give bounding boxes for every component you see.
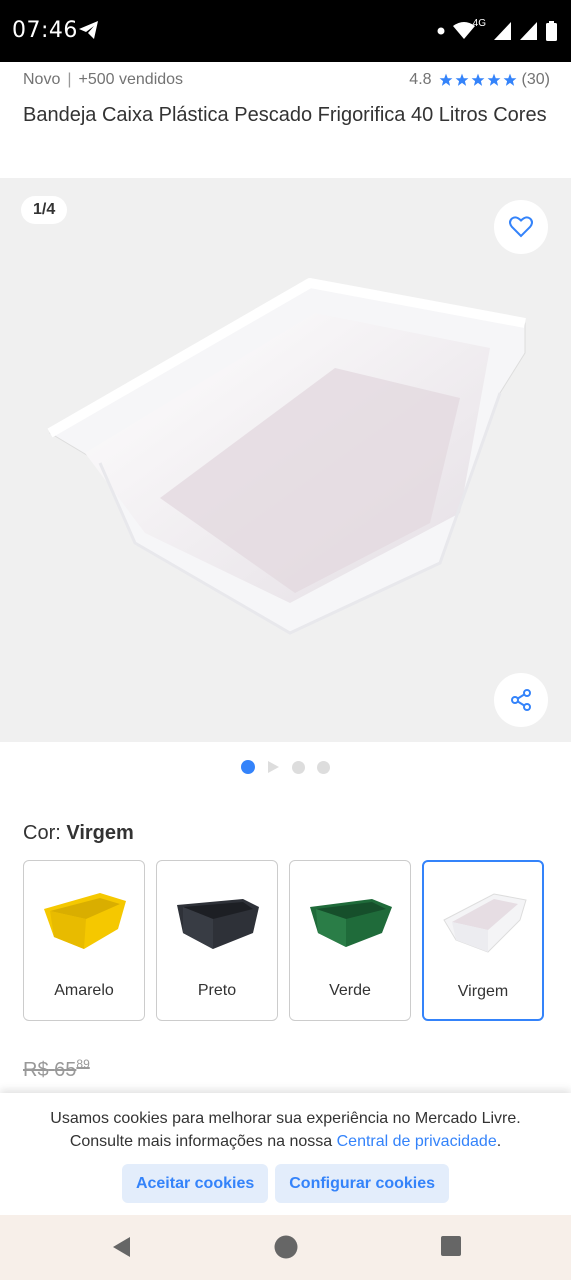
rating-value: 4.8 [409,71,432,88]
product-title: Bandeja Caixa Plástica Pescado Frigorifi… [23,104,547,126]
color-label: Cor: Virgem [23,822,134,845]
color-label-text: Cor: [23,822,61,844]
status-time: 07:46 [12,18,78,43]
telegram-icon [79,21,98,39]
pagination-dot[interactable] [292,760,305,774]
pagination-dot-active[interactable] [241,760,255,774]
variant-label: Verde [329,982,371,999]
cookie-line-1: Usamos cookies para melhorar sua experiê… [50,1110,521,1127]
network-type: 4G [472,17,486,29]
pagination-dot[interactable] [317,760,330,774]
status-bar: 07:46 4G [0,0,571,62]
home-icon[interactable] [274,1235,298,1259]
rating-summary[interactable]: 4.8 (30) [409,71,550,89]
battery-icon [546,21,557,41]
price-cents: 89 [76,1057,90,1071]
price-integer: 65 [54,1059,77,1081]
wifi-icon [452,22,475,39]
variant-virgem[interactable]: Virgem [422,860,544,1021]
review-count: (30) [521,71,550,88]
price-currency: R$ [23,1059,49,1081]
variant-thumbnail [177,899,259,949]
back-icon[interactable] [110,1235,134,1259]
variant-thumbnail [443,893,527,953]
variant-thumbnail [44,893,126,949]
notification-dot-icon [437,27,445,35]
sold-count: +500 vendidos [78,71,184,88]
cookie-line-2-text: Consulte mais informações na nossa [69,1133,333,1150]
share-icon [511,689,531,711]
signal-icon [494,22,511,40]
star-icon [471,73,484,86]
variant-amarelo[interactable]: Amarelo [23,860,145,1021]
image-counter: 1/4 [21,196,68,224]
rating-stars [439,73,517,87]
star-icon [487,73,500,86]
variant-label: Virgem [457,983,509,1000]
cookie-message: Usamos cookies para melhorar sua experiê… [0,1107,571,1153]
android-nav-bar [0,1215,571,1280]
star-icon [439,73,452,86]
cookie-banner: Usamos cookies para melhorar sua experiê… [0,1093,571,1215]
video-play-icon[interactable] [267,760,280,774]
heart-icon [509,216,533,238]
selected-color: Virgem [66,822,134,844]
star-icon [455,73,468,86]
privacy-center-link[interactable]: Central de privacidade [337,1133,497,1150]
color-variants: Amarelo Preto Verde Virgem [23,860,544,1021]
variant-label: Amarelo [54,982,114,999]
favorite-button[interactable] [494,200,548,254]
cookie-actions: Aceitar cookies Configurar cookies [0,1164,571,1203]
cookie-line-2: Consulte mais informações na nossa Centr… [0,1130,571,1153]
separator: | [67,71,72,88]
signal-icon-2 [520,22,537,40]
accept-cookies-button[interactable]: Aceitar cookies [121,1164,269,1203]
variant-preto[interactable]: Preto [156,860,278,1021]
product-condition-sold: Novo | +500 vendidos [23,71,183,89]
condition: Novo [23,71,61,88]
recents-icon[interactable] [440,1235,462,1257]
product-meta-row: Novo | +500 vendidos 4.8 (30) [23,68,550,92]
cookie-line-2-suffix: . [496,1133,502,1150]
variant-label: Preto [197,982,237,999]
share-button[interactable] [494,673,548,727]
variant-verde[interactable]: Verde [289,860,411,1021]
product-image [47,278,526,635]
configure-cookies-button[interactable]: Configurar cookies [275,1164,450,1203]
product-gallery[interactable]: 1/4 [0,178,571,742]
variant-thumbnail [310,899,392,947]
gallery-pagination[interactable] [0,758,571,776]
original-price: R$ 6589 [23,1057,90,1082]
star-icon [503,73,516,86]
